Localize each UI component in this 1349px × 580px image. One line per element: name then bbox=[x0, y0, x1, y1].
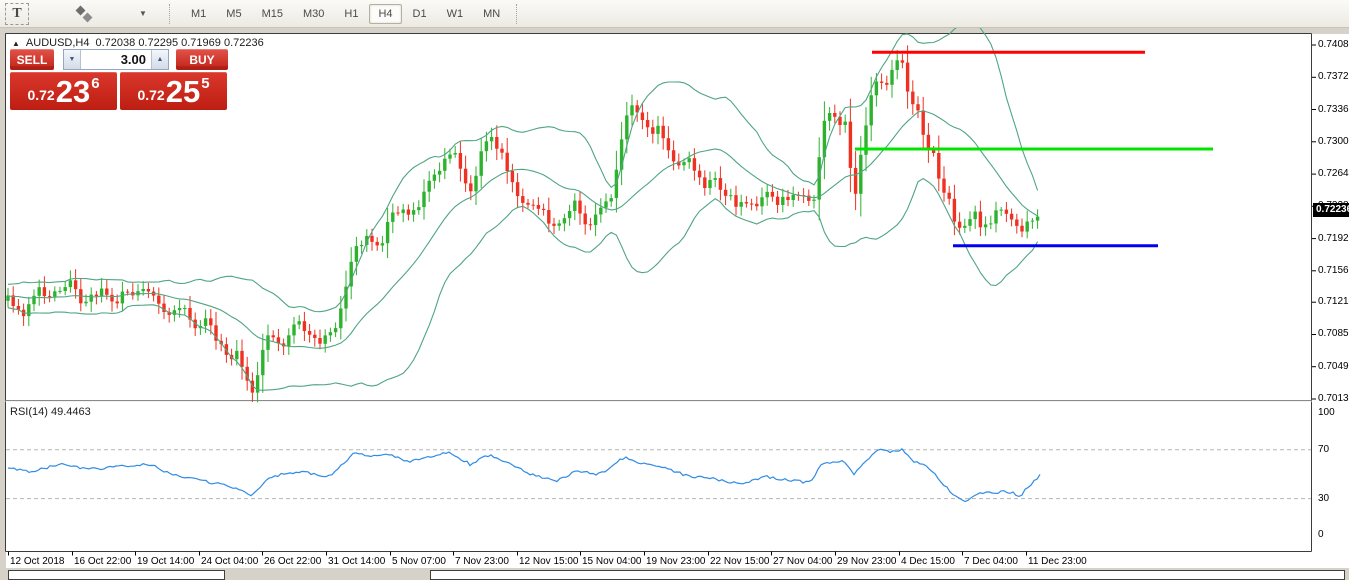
date-axis-label: 15 Nov 04:00 bbox=[582, 556, 642, 567]
spin-down-icon: ▼ bbox=[68, 56, 76, 63]
buy-button[interactable]: BUY bbox=[176, 49, 228, 70]
price-axis-label: 0.73360 bbox=[1318, 104, 1349, 115]
date-axis-label: 19 Oct 14:00 bbox=[137, 556, 195, 567]
volume-decrease-button[interactable]: ▼ bbox=[64, 50, 81, 69]
sell-price-pip: 6 bbox=[91, 75, 100, 92]
date-axis-label: 12 Oct 2018 bbox=[10, 556, 65, 567]
chart-header: ▲ AUDUSD,H4 0.72038 0.72295 0.71969 0.72… bbox=[12, 37, 264, 49]
buy-price-pip: 5 bbox=[201, 75, 210, 92]
sell-price-big: 23 bbox=[55, 74, 91, 109]
price-axis-label: 0.71210 bbox=[1318, 296, 1349, 307]
buy-price-big: 25 bbox=[165, 74, 201, 109]
date-axis-label: 4 Dec 15:00 bbox=[901, 556, 955, 567]
buy-price-prefix: 0.72 bbox=[137, 87, 165, 103]
price-axis-label: 0.70490 bbox=[1318, 361, 1349, 372]
symbol-title: AUDUSD,H4 bbox=[25, 37, 90, 49]
date-axis-label: 5 Nov 07:00 bbox=[392, 556, 446, 567]
spin-up-icon: ▲ bbox=[156, 56, 164, 63]
date-axis-label: 29 Nov 23:00 bbox=[837, 556, 897, 567]
buy-button-label: BUY bbox=[189, 52, 215, 67]
minimized-window-bar[interactable] bbox=[430, 570, 1345, 580]
rsi-axis-label: 30 bbox=[1318, 493, 1330, 504]
text-label-tool-button[interactable]: T bbox=[5, 2, 29, 25]
text-tool-icon: T bbox=[12, 5, 22, 21]
axis-ticks bbox=[8, 44, 1316, 556]
date-axis-label: 12 Nov 15:00 bbox=[519, 556, 579, 567]
timeframe-button-m5[interactable]: M5 bbox=[217, 4, 250, 24]
rsi-axis-label: 100 bbox=[1318, 407, 1335, 418]
date-axis-label: 26 Oct 22:00 bbox=[264, 556, 322, 567]
sell-price-prefix: 0.72 bbox=[27, 87, 55, 103]
rsi-indicator-label: RSI(14) 49.4463 bbox=[10, 406, 91, 418]
arrows-icon bbox=[75, 5, 86, 15]
chevron-down-icon: ▼ bbox=[139, 9, 147, 18]
price-axis-label: 0.72640 bbox=[1318, 168, 1349, 179]
timeframe-button-h4[interactable]: H4 bbox=[369, 3, 402, 24]
date-axis-label: 16 Oct 22:00 bbox=[74, 556, 132, 567]
date-axis-label: 24 Oct 04:00 bbox=[201, 556, 259, 567]
rsi-indicator bbox=[6, 447, 1311, 503]
chart-frame bbox=[5, 33, 1312, 552]
date-axis-label: 31 Oct 14:00 bbox=[328, 556, 386, 567]
timeframe-button-m1[interactable]: M1 bbox=[182, 4, 215, 24]
buy-price-button[interactable]: 0.72 25 5 bbox=[120, 72, 227, 110]
sell-button[interactable]: SELL bbox=[10, 49, 54, 70]
price-axis-label: 0.73000 bbox=[1318, 136, 1349, 147]
current-price-badge: 0.72236 bbox=[1313, 203, 1349, 217]
date-axis-label: 22 Nov 15:00 bbox=[710, 556, 770, 567]
price-axis-label: 0.71920 bbox=[1318, 233, 1349, 244]
arrows-tool-button[interactable] bbox=[69, 3, 103, 25]
ohlc-values: 0.72038 0.72295 0.71969 0.72236 bbox=[95, 37, 264, 49]
timeframe-button-d1[interactable]: D1 bbox=[404, 4, 436, 24]
date-axis-label: 27 Nov 04:00 bbox=[773, 556, 833, 567]
price-axis-label: 0.70130 bbox=[1318, 393, 1349, 404]
sell-price-button[interactable]: 0.72 23 6 bbox=[10, 72, 117, 110]
sell-button-label: SELL bbox=[16, 52, 48, 67]
timeframe-button-mn[interactable]: MN bbox=[474, 4, 509, 24]
timeframe-button-m15[interactable]: M15 bbox=[253, 4, 292, 24]
toolbar: T ▼ M1 M5 M15 M30 H1 H4 D1 W1 MN bbox=[0, 0, 1349, 28]
price-axis-label: 0.70850 bbox=[1318, 328, 1349, 339]
price-axis-label: 0.74080 bbox=[1318, 39, 1349, 50]
arrows-icon bbox=[82, 12, 93, 22]
timeframe-button-w1[interactable]: W1 bbox=[438, 4, 473, 24]
toolbar-separator bbox=[169, 3, 175, 24]
date-axis-label: 11 Dec 23:00 bbox=[1028, 556, 1087, 567]
toolbar-separator bbox=[516, 3, 522, 24]
date-axis-label: 7 Nov 23:00 bbox=[455, 556, 509, 567]
minimized-window-bar[interactable] bbox=[8, 570, 225, 580]
timeframe-button-h1[interactable]: H1 bbox=[335, 4, 367, 24]
arrows-dropdown-button[interactable]: ▼ bbox=[131, 3, 155, 25]
timeframe-toolbar: M1 M5 M15 M30 H1 H4 D1 W1 MN bbox=[181, 3, 510, 24]
rsi-axis-label: 70 bbox=[1318, 444, 1330, 455]
bottom-window-strip bbox=[0, 568, 1349, 580]
rsi-axis-label: 0 bbox=[1318, 529, 1324, 540]
timeframe-button-m30[interactable]: M30 bbox=[294, 4, 333, 24]
date-axis-label: 7 Dec 04:00 bbox=[964, 556, 1018, 567]
volume-stepper: ▼ ▲ bbox=[63, 49, 169, 70]
price-axis-label: 0.73720 bbox=[1318, 71, 1349, 82]
volume-input[interactable] bbox=[81, 50, 151, 69]
date-axis-label: 19 Nov 23:00 bbox=[646, 556, 706, 567]
one-click-trade-panel: SELL ▼ ▲ BUY 0.72 23 6 0.72 25 5 bbox=[10, 49, 229, 110]
volume-increase-button[interactable]: ▲ bbox=[151, 50, 168, 69]
collapse-chart-icon[interactable]: ▲ bbox=[12, 39, 20, 48]
price-axis-label: 0.71560 bbox=[1318, 265, 1349, 276]
